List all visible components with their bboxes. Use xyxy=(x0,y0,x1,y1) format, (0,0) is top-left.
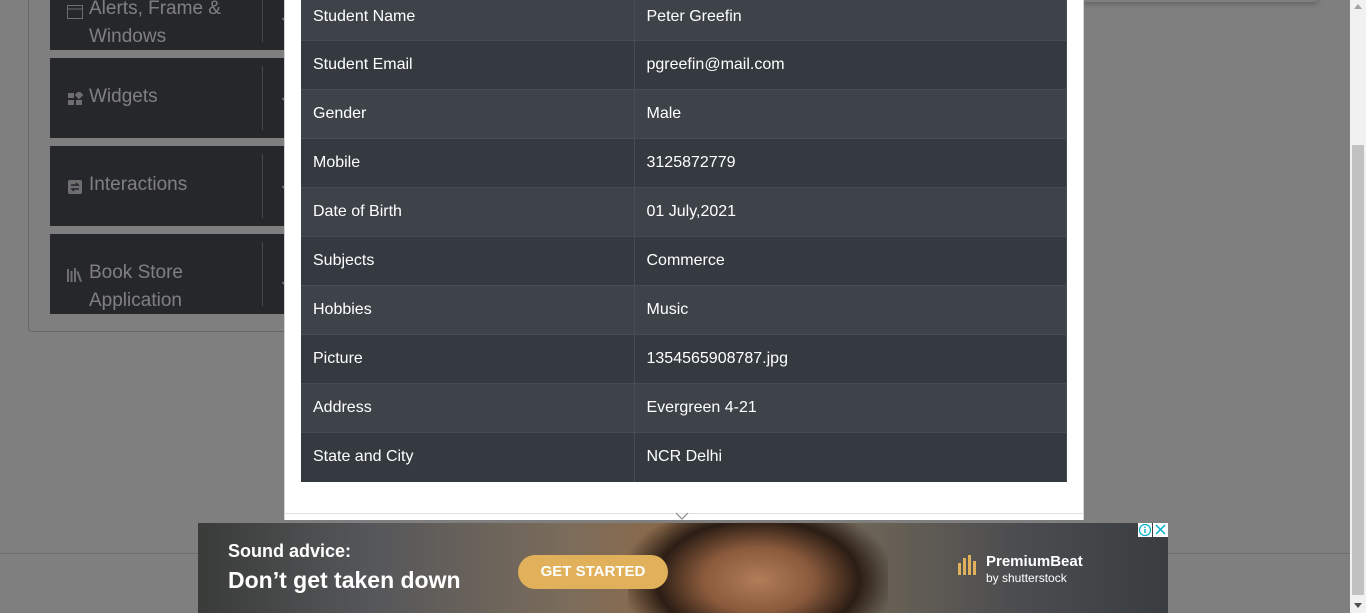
field-label: Address xyxy=(301,383,635,433)
page-scrollbar[interactable] xyxy=(1350,0,1366,613)
field-value: Music xyxy=(634,285,1067,335)
field-label: Date of Birth xyxy=(301,187,635,237)
field-label: Subjects xyxy=(301,236,635,286)
field-value: 3125872779 xyxy=(634,138,1067,188)
field-label: Student Email xyxy=(301,40,635,90)
table-row: Hobbies Music xyxy=(301,285,1067,335)
field-label: Mobile xyxy=(301,138,635,188)
field-value: NCR Delhi xyxy=(634,432,1067,482)
field-value: Peter Greefin xyxy=(634,0,1067,41)
ad-banner[interactable]: Sound advice: Don’t get taken down GET S… xyxy=(198,523,1168,613)
scroll-down-arrow-icon[interactable] xyxy=(1354,603,1362,608)
table-row: Student Email pgreefin@mail.com xyxy=(301,40,1067,90)
ad-brand-name: PremiumBeat xyxy=(986,553,1083,570)
table-row: Date of Birth 01 July,2021 xyxy=(301,187,1067,237)
field-value: Male xyxy=(634,89,1067,139)
scroll-up-arrow-icon[interactable] xyxy=(1354,4,1362,9)
field-label: Picture xyxy=(301,334,635,384)
table-row: Mobile 3125872779 xyxy=(301,138,1067,188)
field-label: Gender xyxy=(301,89,635,139)
info-icon[interactable] xyxy=(1138,523,1152,537)
table-row: State and City NCR Delhi xyxy=(301,432,1067,482)
field-value: 1354565908787.jpg xyxy=(634,334,1067,384)
table-row: Student Name Peter Greefin xyxy=(301,0,1067,41)
field-label: Hobbies xyxy=(301,285,635,335)
field-value: Commerce xyxy=(634,236,1067,286)
table-row: Picture 1354565908787.jpg xyxy=(301,334,1067,384)
scrollbar-thumb[interactable] xyxy=(1352,145,1364,595)
ad-headline-1: Sound advice: xyxy=(228,541,352,561)
table-row: Address Evergreen 4-21 xyxy=(301,383,1067,433)
field-label: Student Name xyxy=(301,0,635,41)
field-value: Evergreen 4-21 xyxy=(634,383,1067,433)
ad-get-started-button[interactable]: GET STARTED xyxy=(518,555,668,589)
premiumbeat-logo-icon xyxy=(958,555,980,575)
submission-table: Student Name Peter Greefin Student Email pg… xyxy=(301,0,1067,482)
field-label: State and City xyxy=(301,432,635,482)
field-value: 01 July,2021 xyxy=(634,187,1067,237)
submission-modal: Student Name Peter Greefin Student Email pg… xyxy=(284,0,1084,520)
field-value: pgreefin@mail.com xyxy=(634,40,1067,90)
table-row: Gender Male xyxy=(301,89,1067,139)
close-icon[interactable] xyxy=(1153,523,1168,537)
ad-headline-2: Don’t get taken down xyxy=(228,567,461,593)
ad-brand-byline: by shutterstock xyxy=(986,571,1067,585)
table-row: Subjects Commerce xyxy=(301,236,1067,286)
